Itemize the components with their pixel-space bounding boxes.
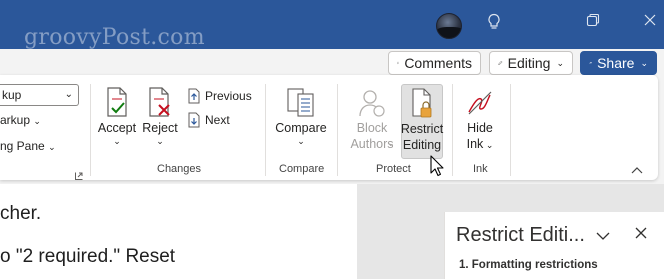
- chevron-down-icon: ⌄: [640, 58, 648, 68]
- separator: [510, 84, 511, 176]
- close-window-icon[interactable]: [643, 13, 657, 33]
- pane-title: Restrict Editi...: [456, 224, 585, 246]
- lock-document-icon: [412, 88, 432, 118]
- compare-group-label: Compare: [279, 163, 325, 175]
- share-button[interactable]: Share ⌄: [580, 51, 657, 75]
- reject-button[interactable]: Reject ⌄: [140, 86, 180, 146]
- document-text-line: o "2 required." Reset: [0, 246, 176, 267]
- hide-ink-icon: [468, 91, 492, 115]
- pane-options-chevron-icon[interactable]: [596, 228, 610, 246]
- editing-label: Editing: [507, 55, 551, 71]
- hide-ink-label-line1: Hide: [467, 121, 493, 135]
- ink-group-label: Ink: [473, 163, 488, 175]
- lightbulb-icon[interactable]: [487, 13, 501, 37]
- chevron-down-icon: ⌄: [483, 140, 494, 150]
- compare-button[interactable]: Compare ⌄: [274, 86, 328, 146]
- chevron-down-icon: ⌄: [156, 136, 164, 146]
- watermark: groovyPost.com: [24, 25, 205, 50]
- next-change-icon: [188, 112, 200, 128]
- changes-group-label: Changes: [157, 163, 202, 175]
- dialog-launcher-icon[interactable]: [75, 167, 83, 185]
- reviewing-pane-button[interactable]: ng Pane ⌄: [0, 139, 56, 153]
- pane-close-icon[interactable]: [635, 226, 647, 244]
- document-text-line: cher.: [0, 203, 42, 224]
- chevron-down-icon: ⌄: [297, 136, 305, 146]
- reviewing-pane-label: ng Pane: [0, 139, 45, 153]
- share-label: Share: [597, 55, 635, 71]
- display-for-review-combo[interactable]: kup ⌄: [0, 84, 79, 106]
- reject-label: Reject: [142, 121, 178, 135]
- compare-label: Compare: [275, 121, 327, 135]
- accept-label: Accept: [97, 121, 137, 135]
- previous-change-button[interactable]: Previous: [187, 88, 252, 104]
- comment-icon: [397, 62, 400, 65]
- title-bar: groovyPost.com: [0, 0, 664, 50]
- show-markup-label: arkup: [0, 113, 31, 127]
- chevron-down-icon: ⌄: [33, 116, 41, 126]
- separator: [337, 84, 338, 176]
- chevron-down-icon: ⌄: [556, 58, 564, 68]
- share-icon: [589, 61, 592, 64]
- restrict-editing-button[interactable]: Restrict Editing: [401, 84, 443, 159]
- restrict-label-line2: Editing: [402, 138, 442, 152]
- block-authors-icon: [359, 90, 385, 117]
- avatar[interactable]: [436, 13, 462, 39]
- chevron-down-icon: ⌄: [48, 142, 56, 152]
- formatting-restrictions-heading: 1. Formatting restrictions: [459, 259, 598, 271]
- comments-label: Comments: [404, 55, 472, 71]
- accept-document-icon: [107, 87, 127, 117]
- previous-label: Previous: [205, 89, 252, 103]
- separator: [452, 84, 453, 176]
- mouse-cursor-icon: [430, 155, 444, 182]
- comments-button[interactable]: Comments: [388, 51, 481, 75]
- accept-button[interactable]: Accept ⌄: [97, 86, 137, 146]
- compare-icon: [287, 88, 314, 117]
- hide-ink-button[interactable]: Hide Ink ⌄: [460, 86, 500, 153]
- next-change-button[interactable]: Next: [187, 112, 230, 128]
- ink-label: Ink: [466, 137, 484, 151]
- restrict-label-line1: Restrict: [400, 122, 444, 136]
- editing-mode-button[interactable]: Editing ⌄: [489, 51, 573, 75]
- collapse-ribbon-icon[interactable]: [631, 161, 643, 179]
- document-page[interactable]: cher. o "2 required." Reset: [0, 184, 357, 279]
- pencil-icon: [498, 60, 503, 65]
- hide-ink-label-line2: Ink ⌄: [467, 136, 494, 153]
- chevron-down-icon: ⌄: [64, 89, 73, 100]
- separator: [90, 84, 91, 176]
- display-for-review-value: kup: [2, 88, 22, 102]
- restrict-editing-pane: Restrict Editi... 1. Formatting restrict…: [444, 212, 664, 279]
- next-label: Next: [205, 113, 230, 127]
- separator: [265, 84, 266, 176]
- reject-document-icon: [149, 87, 170, 117]
- block-label-line1: Block: [356, 121, 388, 135]
- chevron-down-icon: ⌄: [387, 138, 395, 148]
- chevron-down-icon: ⌄: [113, 136, 121, 146]
- restrict-editing-content: Restrict Editing: [400, 87, 444, 153]
- protect-group-label: Protect: [376, 163, 411, 175]
- previous-change-icon: [188, 88, 200, 104]
- show-markup-button[interactable]: arkup ⌄: [0, 113, 41, 127]
- restore-window-icon[interactable]: [586, 13, 600, 33]
